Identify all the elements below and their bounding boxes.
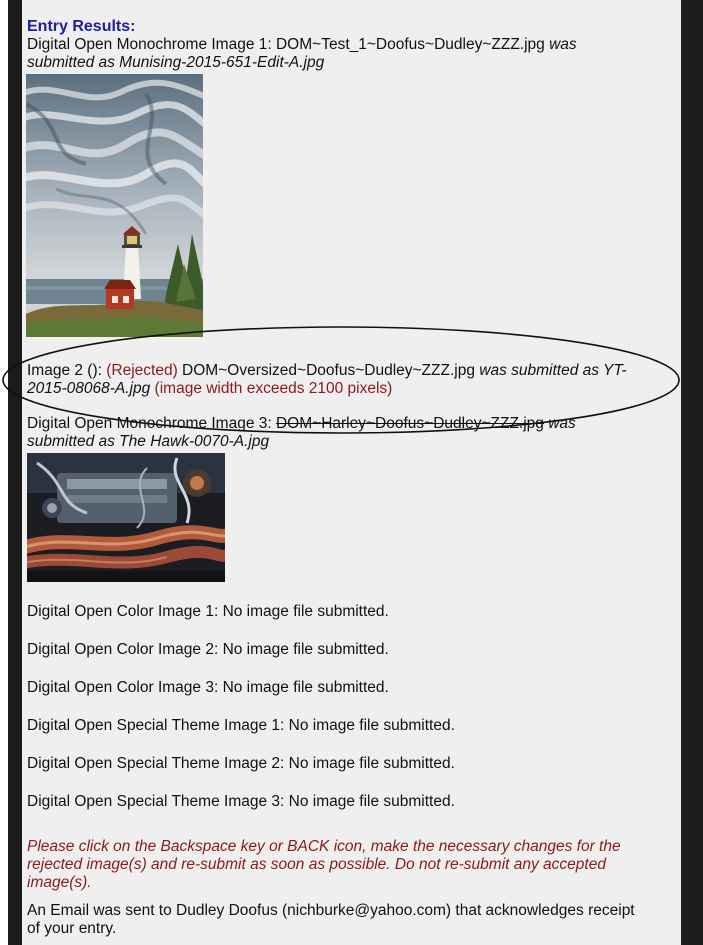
highlight-ellipse-annotation xyxy=(2,326,680,434)
page-frame: Entry Results: Digital Open Monochrome I… xyxy=(0,0,703,945)
